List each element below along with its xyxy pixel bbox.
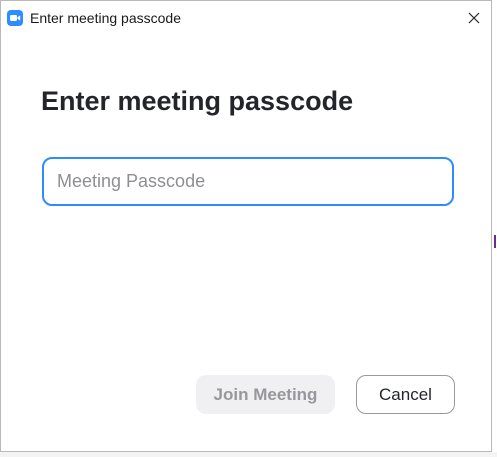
window-shadow-right — [492, 0, 497, 457]
page-title: Enter meeting passcode — [41, 86, 354, 116]
background-window-edge — [494, 235, 496, 248]
window-title: Enter meeting passcode — [30, 10, 181, 26]
close-icon — [468, 12, 480, 24]
passcode-input[interactable] — [42, 157, 454, 206]
title-bar: Enter meeting passcode — [1, 1, 491, 34]
passcode-dialog: Enter meeting passcode Enter meeting pas… — [0, 0, 492, 452]
window-shadow-bottom — [0, 452, 497, 457]
zoom-camera-icon — [7, 10, 23, 26]
join-meeting-button[interactable]: Join Meeting — [196, 375, 335, 414]
cancel-button[interactable]: Cancel — [356, 375, 455, 414]
close-button[interactable] — [459, 4, 489, 32]
